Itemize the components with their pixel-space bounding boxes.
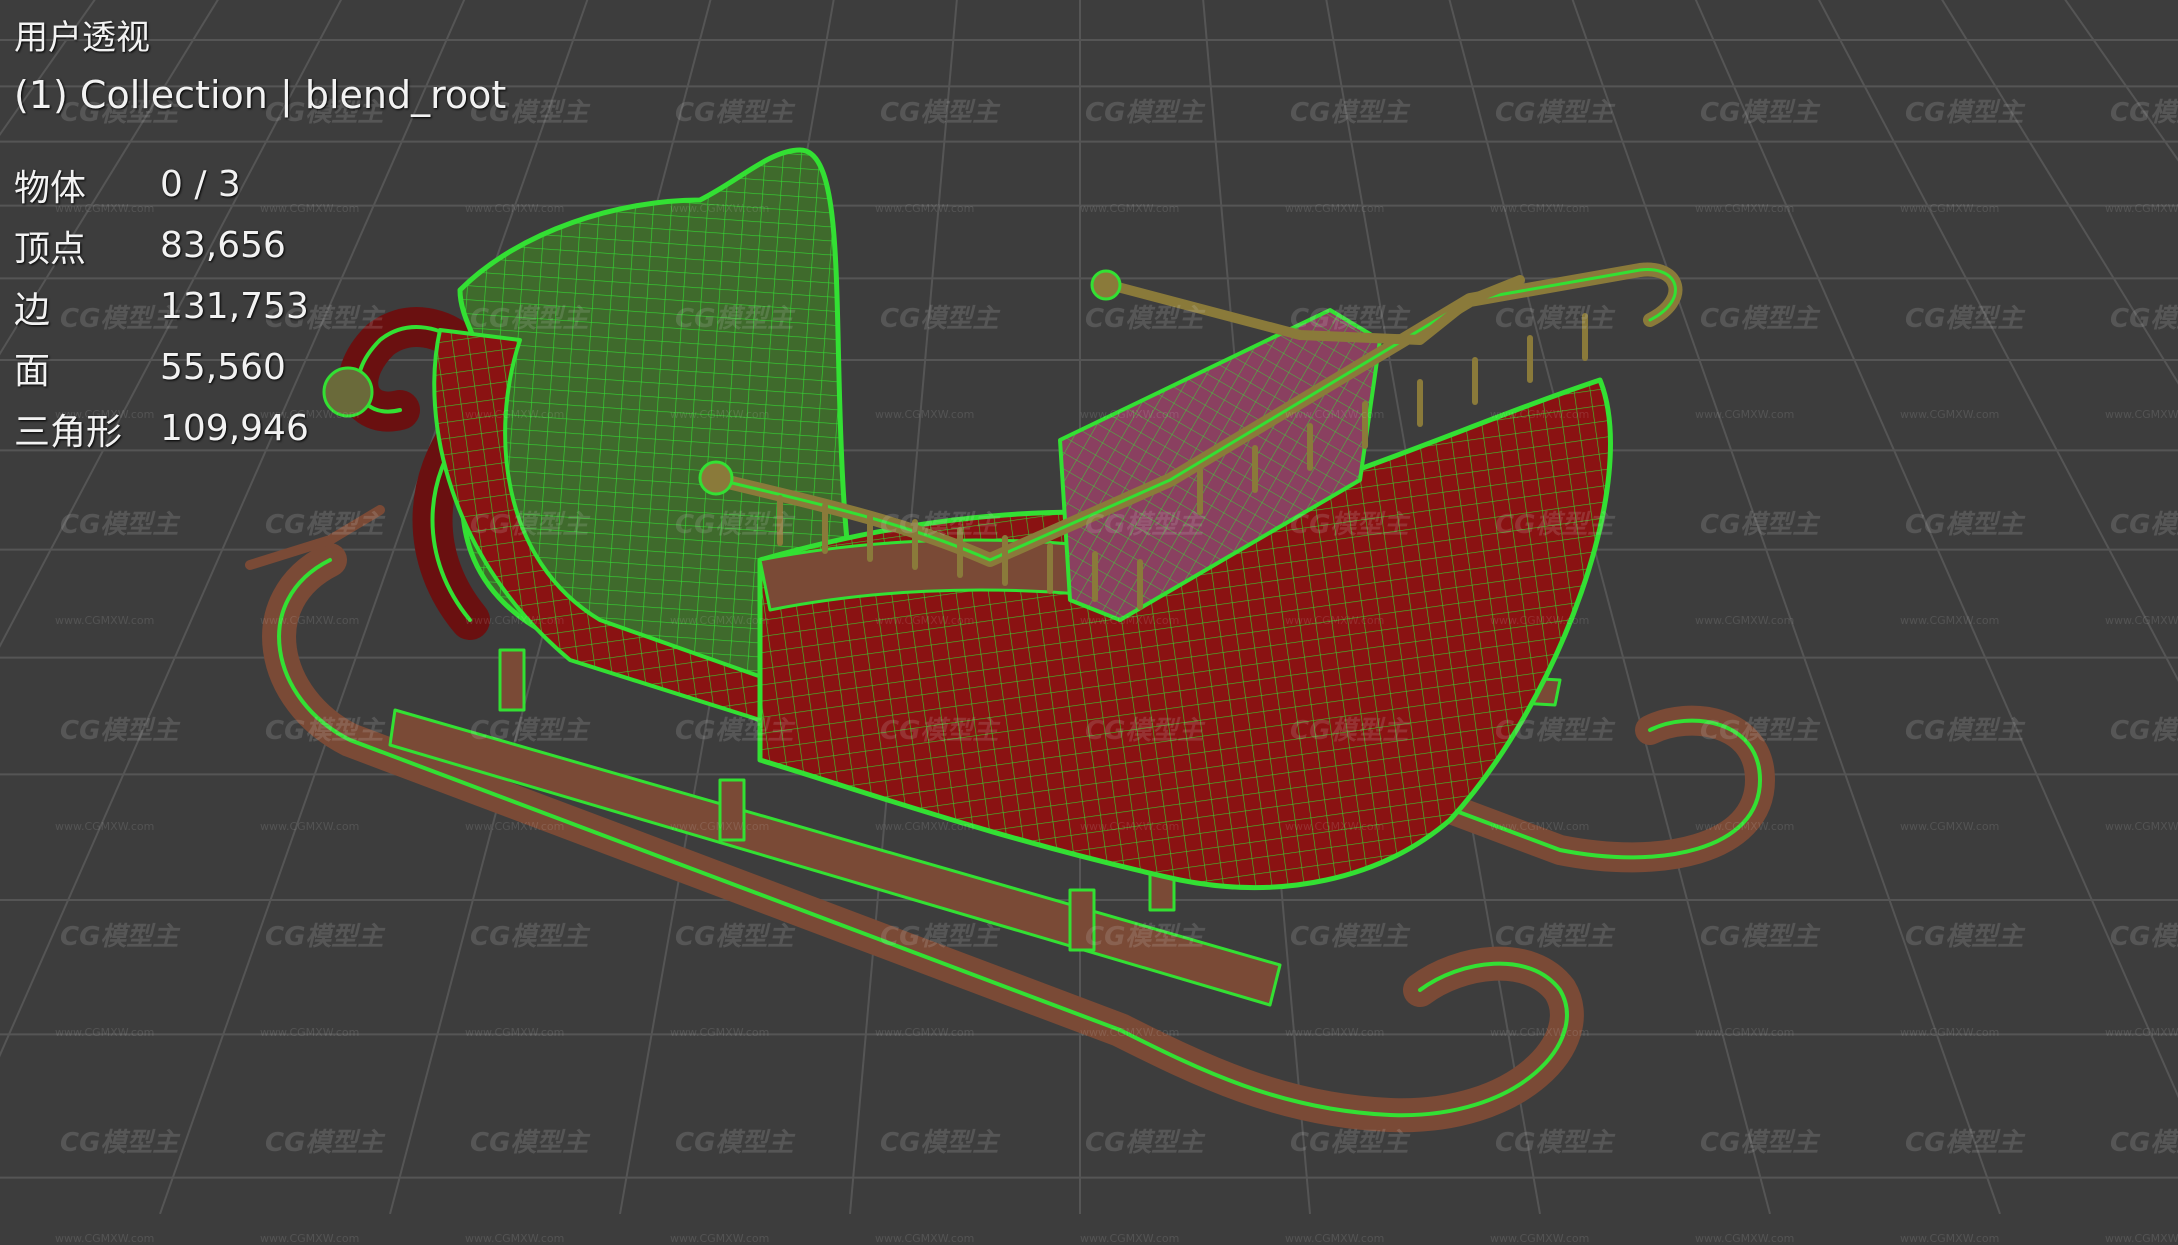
stat-value: 131,753 [160, 286, 309, 327]
runner-strut [718, 778, 746, 842]
stat-row-faces: 面 55,560 [14, 337, 506, 398]
railing-knob [1090, 269, 1122, 301]
runner-strut [498, 648, 526, 712]
viewport-text-overlay: 用户透视 (1) Collection | blend_root 物体 0 / … [14, 14, 506, 459]
3d-viewport[interactable]: CG模型主www.CGMXW.comCG模型主www.CGMXW.comCG模型… [0, 0, 2178, 1245]
stat-label: 面 [14, 350, 51, 392]
collection-label: (1) Collection | blend_root [14, 73, 507, 117]
watermark-url: www.CGMXW.com [1080, 1232, 1180, 1245]
watermark-url: www.CGMXW.com [1695, 1232, 1795, 1245]
stat-row-vertices: 顶点 83,656 [14, 215, 506, 276]
stat-row-objects: 物体 0 / 3 [14, 154, 506, 215]
watermark-url: www.CGMXW.com [1490, 1232, 1590, 1245]
stat-label: 边 [14, 289, 51, 331]
stat-label: 三角形 [14, 411, 123, 453]
stat-row-edges: 边 131,753 [14, 276, 506, 337]
stat-value: 109,946 [160, 408, 309, 449]
watermark-url: www.CGMXW.com [670, 1232, 770, 1245]
watermark-url: www.CGMXW.com [55, 1232, 155, 1245]
watermark-url: www.CGMXW.com [1900, 1232, 2000, 1245]
watermark-url: www.CGMXW.com [1285, 1232, 1385, 1245]
watermark-url: www.CGMXW.com [260, 1232, 360, 1245]
stat-value: 55,560 [160, 347, 286, 388]
scene-statistics: 物体 0 / 3 顶点 83,656 边 131,753 面 55,560 三角… [14, 154, 506, 459]
watermark-url: www.CGMXW.com [465, 1232, 565, 1245]
stat-value: 83,656 [160, 225, 286, 266]
stat-label: 顶点 [14, 228, 87, 270]
stat-row-triangles: 三角形 109,946 [14, 398, 506, 459]
railing-knob [698, 460, 734, 496]
runner-strut [1068, 888, 1096, 952]
watermark-url: www.CGMXW.com [875, 1232, 975, 1245]
stat-value: 0 / 3 [160, 164, 241, 205]
stat-label: 物体 [14, 167, 87, 209]
view-name: 用户透视 [14, 18, 150, 58]
watermark-url: www.CGMXW.com [2105, 1232, 2178, 1245]
